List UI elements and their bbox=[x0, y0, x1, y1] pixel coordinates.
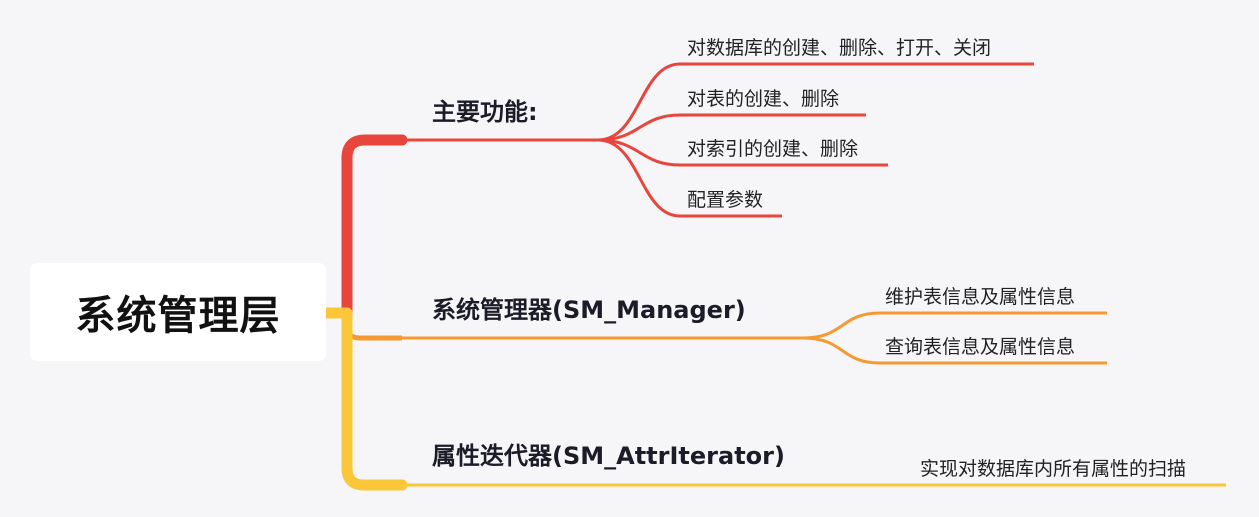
branch-main-functions[interactable]: 主要功能: bbox=[432, 92, 538, 127]
trunk-orange bbox=[344, 313, 402, 341]
leaf-index-ops[interactable]: 对索引的创建、删除 bbox=[687, 134, 858, 161]
root-label: 系统管理层 bbox=[75, 293, 281, 339]
root-node[interactable]: 系统管理层 bbox=[30, 263, 326, 361]
leaf-scan-attrs[interactable]: 实现对数据库内所有属性的扫描 bbox=[920, 454, 1186, 481]
leaf-table-ops[interactable]: 对表的创建、删除 bbox=[687, 84, 839, 111]
leaf-maintain-info[interactable]: 维护表信息及属性信息 bbox=[885, 282, 1075, 309]
leaf-query-info[interactable]: 查询表信息及属性信息 bbox=[885, 332, 1075, 359]
trunk-red bbox=[341, 134, 408, 318]
leaf-db-ops[interactable]: 对数据库的创建、删除、打开、关闭 bbox=[687, 33, 991, 60]
branch-sm-attr-iterator[interactable]: 属性迭代器(SM_AttrIterator) bbox=[432, 436, 785, 471]
leaf-config-params[interactable]: 配置参数 bbox=[687, 185, 763, 212]
branch-sm-manager[interactable]: 系统管理器(SM_Manager) bbox=[432, 290, 746, 325]
